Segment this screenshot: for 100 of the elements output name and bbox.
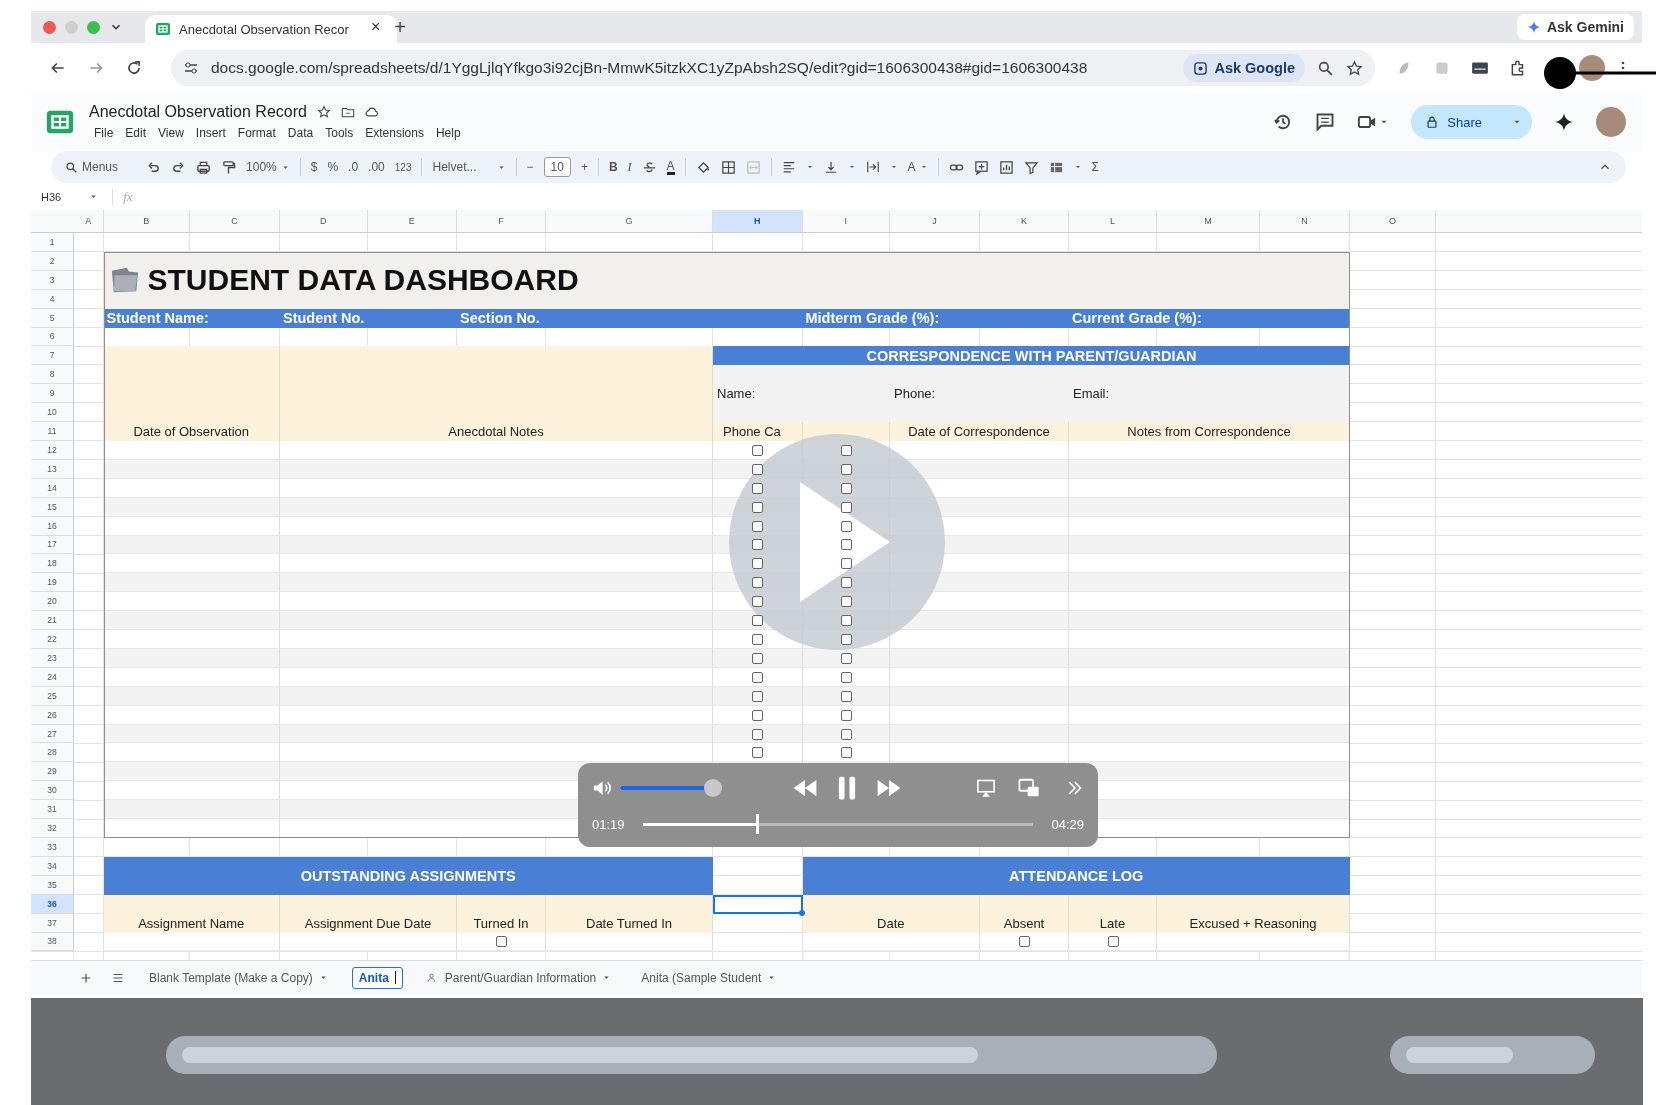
font-dropdown[interactable]: Helvet... <box>432 160 506 174</box>
sheet-tab[interactable]: Blank Template (Make a Copy) <box>143 967 334 988</box>
zoom-dropdown[interactable]: 100% <box>246 160 290 174</box>
row-header[interactable]: 8 <box>31 365 74 385</box>
menu-item[interactable]: Format <box>232 125 281 141</box>
decrease-decimals-button[interactable]: .0 <box>348 160 359 174</box>
checkbox[interactable] <box>752 747 764 759</box>
checkbox[interactable] <box>840 634 852 645</box>
screen-cast-icon[interactable] <box>976 778 996 798</box>
checkbox[interactable] <box>752 520 764 532</box>
text-color-button[interactable]: A <box>666 159 675 175</box>
italic-button[interactable]: I <box>627 159 632 175</box>
share-button[interactable]: Share <box>1411 105 1532 139</box>
checkbox[interactable] <box>752 558 764 570</box>
sparkle-icon[interactable] <box>1554 112 1574 132</box>
checkbox[interactable] <box>752 463 764 475</box>
row-header[interactable]: 30 <box>31 781 74 801</box>
profile-avatar[interactable] <box>1579 55 1605 81</box>
scrollbar-track[interactable] <box>166 1036 1217 1074</box>
search-icon[interactable] <box>1317 59 1334 77</box>
bold-button[interactable]: B <box>608 160 618 174</box>
paint-roller-icon[interactable] <box>221 159 237 175</box>
row-header[interactable]: 22 <box>31 630 74 649</box>
checkbox[interactable] <box>1107 936 1119 948</box>
volume-thumb[interactable] <box>704 779 722 797</box>
checkbox[interactable] <box>840 520 852 532</box>
printer-icon[interactable] <box>196 159 212 175</box>
sheet-tab[interactable]: Parent/Guardian Information <box>420 967 618 988</box>
folder-icon[interactable] <box>340 105 355 119</box>
reload-icon[interactable] <box>125 59 143 77</box>
wrap-icon[interactable] <box>865 160 880 174</box>
menu-item[interactable]: Help <box>430 125 466 141</box>
funnel-icon[interactable] <box>1023 159 1039 175</box>
menus-search[interactable]: Menus <box>65 160 119 174</box>
checkbox[interactable] <box>752 482 764 494</box>
fill-bucket-icon[interactable] <box>695 159 711 175</box>
dark-tile-icon[interactable] <box>1471 59 1489 77</box>
ask-gemini-button[interactable]: Ask Gemini <box>1516 14 1634 40</box>
number-format-button[interactable]: 123 <box>394 161 412 173</box>
checkbox[interactable] <box>840 652 852 664</box>
sliders-icon[interactable] <box>183 60 199 76</box>
undo-icon[interactable] <box>146 159 162 175</box>
checkbox[interactable] <box>840 747 852 759</box>
checkbox[interactable] <box>840 728 852 740</box>
checkbox[interactable] <box>496 936 507 948</box>
align-bottom-icon[interactable] <box>823 160 838 174</box>
checkbox[interactable] <box>752 577 764 589</box>
menu-item[interactable]: Data <box>282 125 319 141</box>
row-header[interactable]: 1 <box>31 233 74 252</box>
row-header[interactable]: 31 <box>31 800 74 820</box>
progress-thumb[interactable] <box>756 814 760 834</box>
checkbox[interactable] <box>752 690 764 702</box>
menu-item[interactable]: View <box>153 125 189 141</box>
text-rotation-button[interactable]: A <box>907 160 928 174</box>
close-window-dot[interactable] <box>43 20 56 34</box>
selected-cell[interactable] <box>713 894 803 914</box>
row-header[interactable]: 10 <box>31 403 74 423</box>
checkbox[interactable] <box>840 615 852 627</box>
row-header[interactable]: 9 <box>31 384 74 404</box>
menu-item[interactable]: Edit <box>120 125 152 141</box>
percent-button[interactable]: % <box>327 160 339 174</box>
maximize-window-dot[interactable] <box>87 20 100 34</box>
checkbox[interactable] <box>840 709 852 721</box>
checkbox[interactable] <box>752 728 764 740</box>
row-header[interactable]: 11 <box>31 422 74 441</box>
currency-button[interactable]: $ <box>310 160 318 174</box>
menu-item[interactable]: File <box>89 125 119 141</box>
row-header[interactable]: 7 <box>31 346 74 366</box>
sheet-tab[interactable]: Anita <box>351 966 403 989</box>
speaker-icon[interactable] <box>592 778 612 798</box>
column-header[interactable]: H <box>713 210 803 233</box>
row-header[interactable]: 28 <box>31 743 74 763</box>
increase-decimals-button[interactable]: .00 <box>368 160 385 174</box>
checkbox[interactable] <box>840 444 852 456</box>
checkbox[interactable] <box>840 596 852 608</box>
decrease-font-size-button[interactable]: − <box>526 160 534 174</box>
checkbox[interactable] <box>1019 936 1030 948</box>
row-header[interactable]: 21 <box>31 611 74 631</box>
checkbox[interactable] <box>752 501 764 513</box>
functions-button[interactable]: Σ <box>1091 160 1099 174</box>
menu-item[interactable]: Extensions <box>360 125 429 141</box>
row-header[interactable]: 18 <box>31 554 74 574</box>
account-avatar[interactable] <box>1596 107 1626 137</box>
checkbox[interactable] <box>840 577 852 589</box>
checkbox[interactable] <box>752 539 764 551</box>
row-header[interactable]: 29 <box>31 762 74 782</box>
double-chevron-icon[interactable] <box>1066 779 1084 797</box>
minimize-window-dot[interactable] <box>65 20 78 34</box>
checkbox[interactable] <box>752 634 764 645</box>
align-left-icon[interactable] <box>781 160 796 174</box>
row-header[interactable]: 32 <box>31 819 74 838</box>
checkbox[interactable] <box>840 463 852 475</box>
checkbox[interactable] <box>840 690 852 702</box>
sheet-tab[interactable]: Anita (Sample Student <box>635 967 783 988</box>
ask-google-button[interactable]: Ask Google <box>1183 54 1305 82</box>
borders-icon[interactable] <box>720 159 736 175</box>
star-icon[interactable] <box>1346 59 1363 77</box>
comment-icon[interactable] <box>1315 112 1336 132</box>
row-header[interactable]: 20 <box>31 592 74 612</box>
picture-in-picture-icon[interactable] <box>1018 777 1040 799</box>
